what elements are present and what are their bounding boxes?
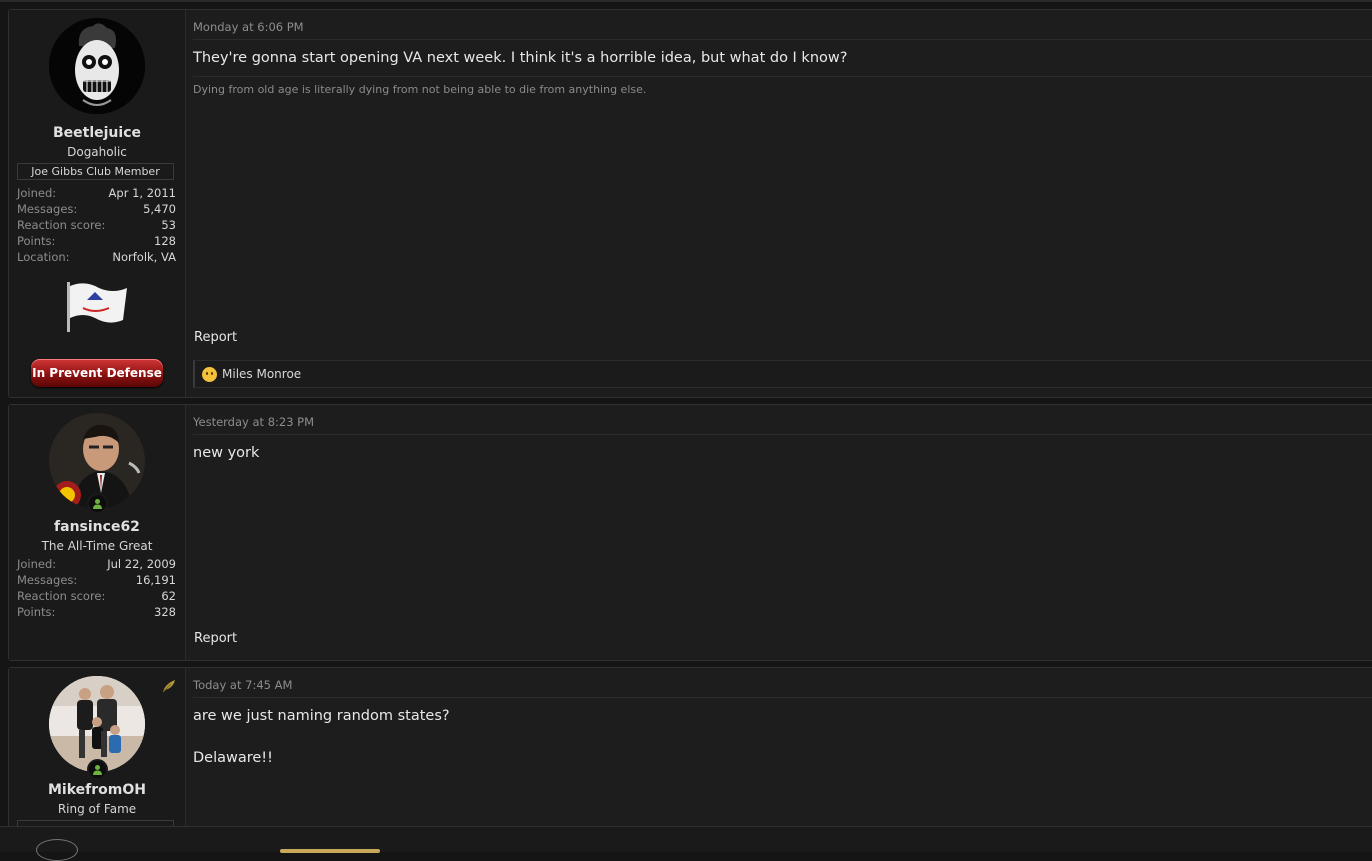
- user-sidebar: MikefromOH Ring of Fame: [9, 668, 186, 850]
- user-stats: Joined: Apr 1, 2011 Messages: 5,470 Reacti…: [17, 185, 176, 265]
- post-message-line: Delaware!!: [193, 750, 273, 766]
- status-badge: In Prevent Defense: [31, 359, 163, 387]
- header-divider: [193, 434, 1372, 435]
- footer-bar: [0, 826, 1372, 861]
- signature-divider: [193, 76, 1372, 77]
- post-beetlejuice: Beetlejuice Dogaholic Joe Gibbs Club Mem…: [8, 9, 1372, 398]
- username[interactable]: Beetlejuice: [9, 125, 185, 141]
- stat-points: Points: 128: [17, 234, 176, 248]
- logo-icon: [36, 839, 78, 861]
- post-main: Monday at 6:06 PM They're gonna start op…: [185, 10, 1372, 397]
- avatar[interactable]: [49, 18, 145, 114]
- stat-messages: Messages: 5,470: [17, 202, 176, 216]
- header-divider: [193, 39, 1372, 40]
- stat-location: Location: Norfolk, VA: [17, 250, 176, 264]
- post-date[interactable]: Yesterday at 8:23 PM: [193, 415, 314, 429]
- reactions-bar[interactable]: Miles Monroe: [193, 360, 1372, 388]
- online-status-icon: [87, 759, 108, 780]
- user-banner: Joe Gibbs Club Member: [17, 163, 174, 180]
- flag-icon: [65, 280, 131, 336]
- reaction-users[interactable]: Miles Monroe: [222, 367, 301, 381]
- user-title: Dogaholic: [67, 145, 127, 159]
- top-divider: [0, 0, 1372, 2]
- feather-icon: [161, 678, 177, 698]
- signature: Dying from old age is literally dying fr…: [193, 83, 647, 96]
- post-message-line: are we just naming random states?: [193, 708, 450, 724]
- avatar[interactable]: [49, 676, 145, 772]
- post-fansince62: fansince62 The All-Time Great Joined: Jul…: [8, 404, 1372, 661]
- stat-reaction-score: Reaction score: 62: [17, 589, 176, 603]
- post-mikefromoh: MikefromOH Ring of Fame Today at 7:45 AM…: [8, 667, 1372, 851]
- online-status-icon: [87, 493, 108, 514]
- thinking-emoji-icon: [202, 366, 217, 382]
- stat-messages: Messages: 16,191: [17, 573, 176, 587]
- user-title: The All-Time Great: [41, 539, 153, 553]
- user-sidebar: fansince62 The All-Time Great Joined: Jul…: [9, 405, 186, 660]
- username[interactable]: fansince62: [9, 519, 185, 535]
- username[interactable]: MikefromOH: [9, 782, 185, 798]
- post-date[interactable]: Monday at 6:06 PM: [193, 20, 304, 34]
- post-main: Yesterday at 8:23 PM new york Report: [185, 405, 1372, 660]
- user-stats: Joined: Jul 22, 2009 Messages: 16,191 Reac…: [17, 556, 176, 620]
- post-message: They're gonna start opening VA next week…: [193, 50, 848, 66]
- post-main: Today at 7:45 AM are we just naming rand…: [185, 668, 1372, 850]
- stat-points: Points: 328: [17, 605, 176, 619]
- post-date[interactable]: Today at 7:45 AM: [193, 678, 292, 692]
- stat-reaction-score: Reaction score: 53: [17, 218, 176, 232]
- post-message: new york: [193, 445, 260, 461]
- user-title: Ring of Fame: [57, 802, 137, 816]
- user-sidebar: Beetlejuice Dogaholic Joe Gibbs Club Mem…: [9, 10, 186, 397]
- header-divider: [193, 697, 1372, 698]
- report-link[interactable]: Report: [194, 330, 237, 345]
- stat-joined: Joined: Apr 1, 2011: [17, 186, 176, 200]
- footer-button[interactable]: [280, 849, 380, 853]
- stat-joined: Joined: Jul 22, 2009: [17, 557, 176, 571]
- report-link[interactable]: Report: [194, 631, 237, 646]
